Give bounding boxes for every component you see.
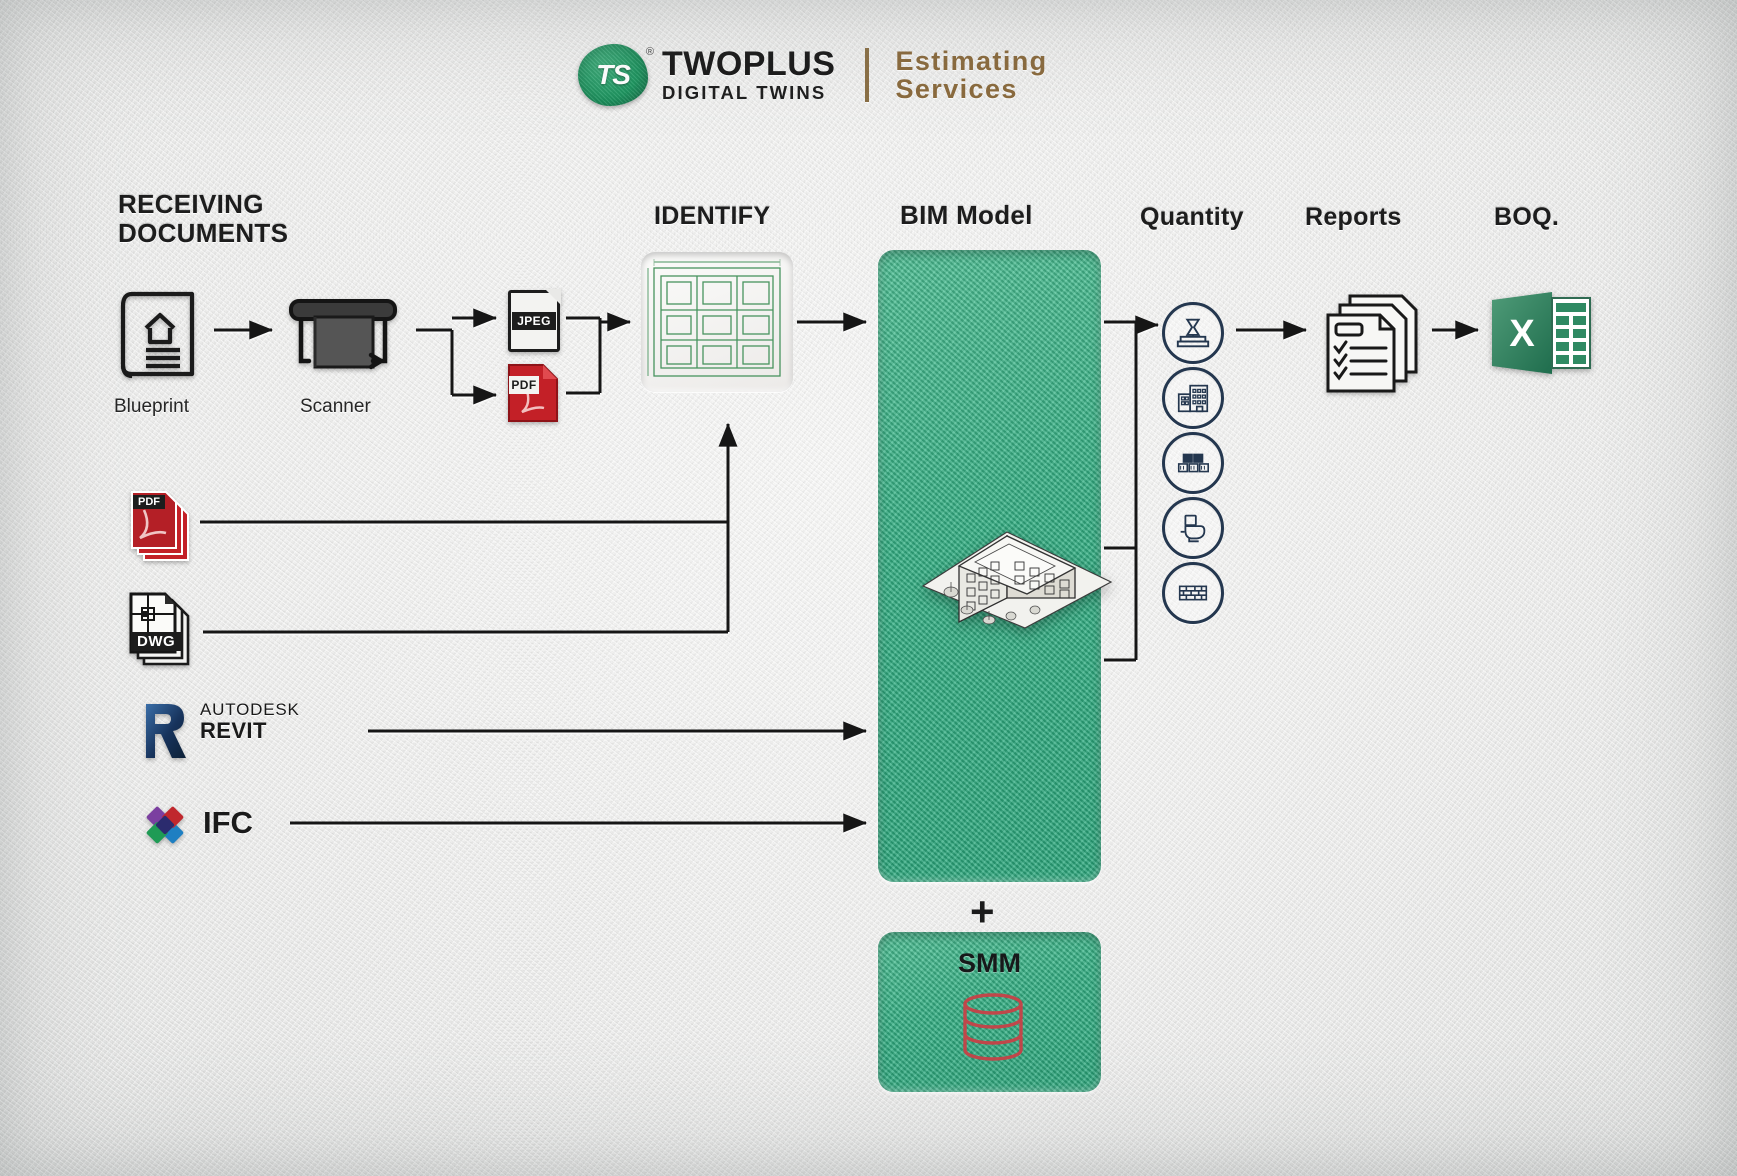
plus-operator: + [970, 888, 995, 935]
revit-label: REVIT [200, 718, 267, 743]
quantity-item-concrete[interactable] [1162, 302, 1224, 364]
column-heading-reports: Reports [1305, 203, 1402, 231]
tagline-line-2: Services [895, 74, 1018, 104]
autodesk-label: AUTODESK [200, 700, 300, 719]
logo-divider [865, 48, 870, 102]
pdf-file-icon: PDF [506, 362, 560, 424]
quantity-item-brickwork[interactable] [1162, 562, 1224, 624]
quantity-item-sanitary[interactable] [1162, 497, 1224, 559]
logo-mark-icon: TS ® [578, 44, 654, 106]
tagline-line-1: Estimating [895, 45, 1048, 76]
logo-initials: TS [596, 59, 631, 90]
brand-logo: TS ® TWOPLUS DIGITAL TWINS Estimating Se… [578, 44, 1048, 106]
database-icon [955, 990, 1031, 1070]
building-icon [1177, 384, 1209, 413]
blueprint-icon [118, 288, 200, 380]
ifc-logo-icon [140, 800, 190, 850]
bim-building-render [915, 470, 1115, 630]
column-heading-boq: BOQ. [1494, 203, 1560, 231]
column-heading-identify: IDENTIFY [654, 202, 771, 230]
toilet-fixture-icon [1180, 514, 1206, 543]
column-heading-receiving-documents: RECEIVING DOCUMENTS [118, 189, 289, 249]
dwg-documents-source-icon: DWG [128, 592, 196, 670]
flow-connectors [200, 308, 1480, 833]
pdf-documents-source-icon: PDF [128, 490, 192, 566]
brand-tagline: Estimating Services [895, 45, 1048, 104]
brick-wall-icon [1178, 585, 1208, 601]
identify-floorplan-panel [641, 252, 793, 392]
caption-scanner: Scanner [300, 396, 371, 417]
reports-documents-icon [1320, 292, 1428, 394]
column-heading-bim-model: BIM Model [900, 200, 1033, 230]
registered-mark: ® [645, 46, 654, 58]
pdf-small-label: PDF [509, 376, 539, 394]
diagram-canvas: TS ® TWOPLUS DIGITAL TWINS Estimating Se… [0, 0, 1737, 1176]
scanner-icon [285, 295, 403, 377]
ifc-label: IFC [203, 805, 253, 840]
jpeg-label: JPEG [512, 312, 556, 330]
column-heading-quantity: Quantity [1140, 203, 1244, 231]
excel-letter: X [1509, 313, 1535, 355]
pdf-stack-label: PDF [133, 495, 165, 509]
jpeg-corner-fold [545, 289, 561, 305]
dwg-label: DWG [131, 632, 182, 651]
brand-wordmark: TWOPLUS DIGITAL TWINS [662, 47, 835, 103]
concrete-foundation-icon [1176, 318, 1210, 348]
excel-boq-icon: X [1490, 290, 1594, 376]
brand-name: TWOPLUS [662, 45, 836, 84]
quantity-item-building[interactable] [1162, 367, 1224, 429]
autodesk-revit-icon [138, 700, 192, 762]
smm-label: SMM [958, 948, 1021, 978]
floorplan-drawing [647, 259, 781, 377]
brand-subname: DIGITAL TWINS [662, 82, 827, 104]
quantity-item-blocks[interactable] [1162, 432, 1224, 494]
caption-blueprint: Blueprint [114, 396, 189, 417]
jpeg-file-icon: JPEG [508, 289, 561, 352]
masonry-blocks-icon [1177, 453, 1210, 473]
